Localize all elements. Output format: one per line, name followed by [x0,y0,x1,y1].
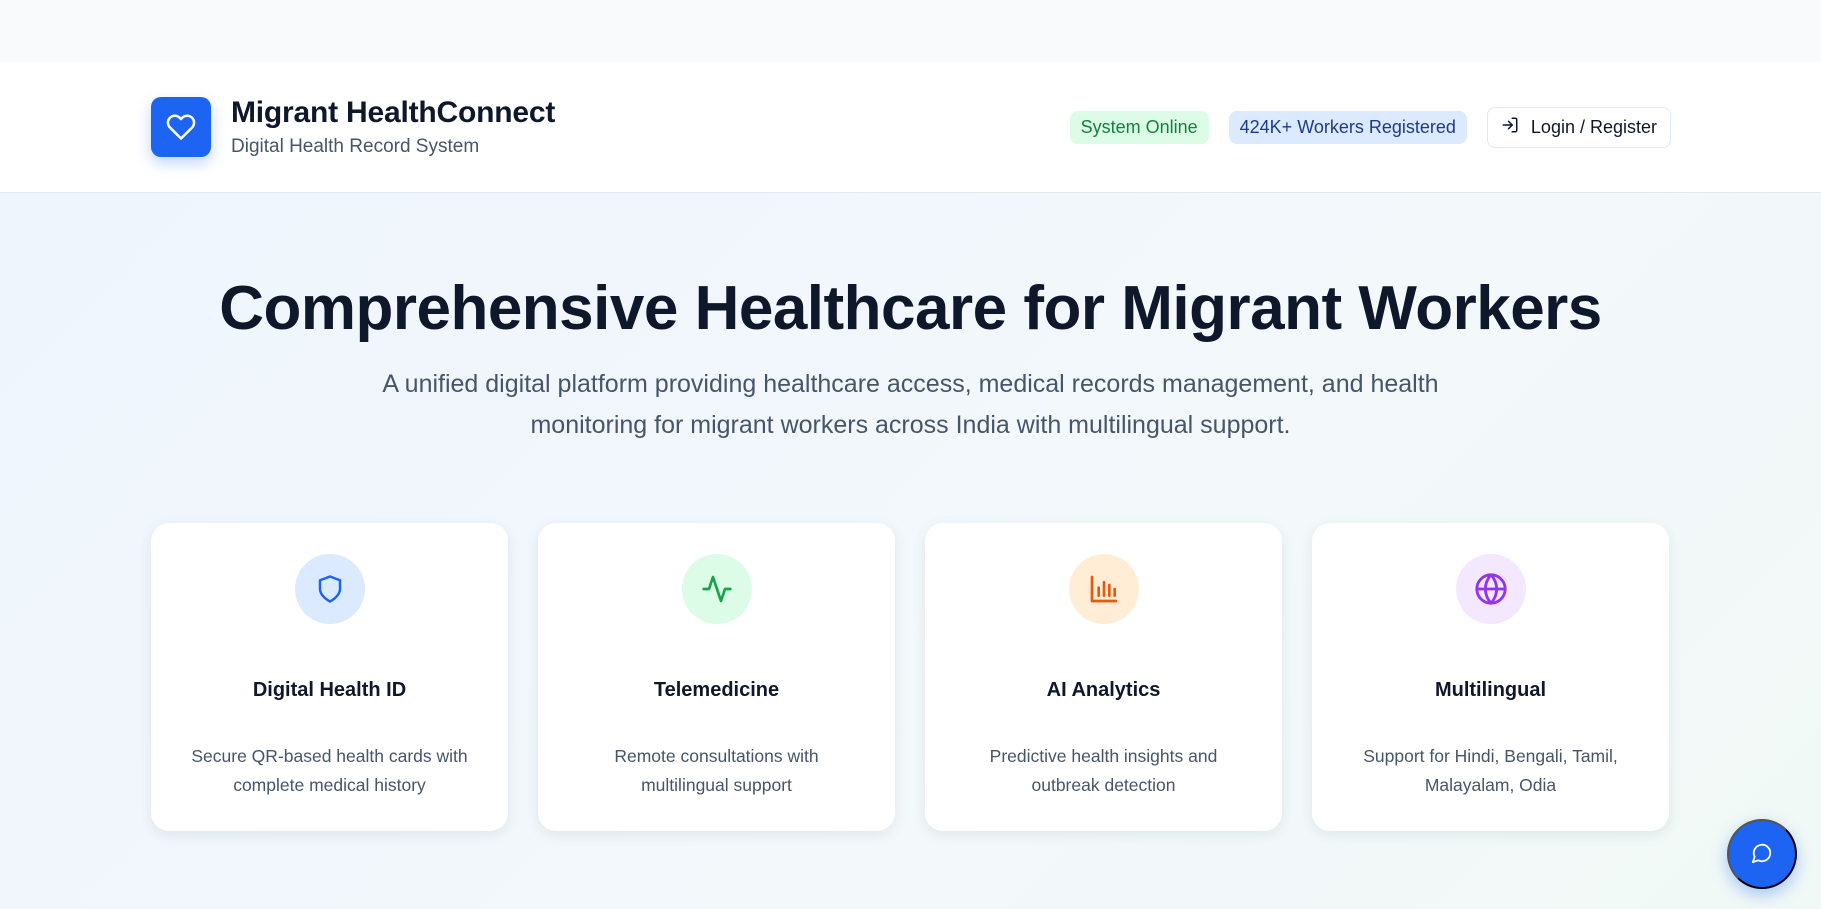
app-subtitle: Digital Health Record System [231,136,480,157]
app-header: Migrant HealthConnect Digital Health Rec… [0,62,1821,193]
feature-description-line: complete medical history [233,775,426,795]
feature-card-ai-analytics[interactable]: AI Analytics Predictive health insights … [925,523,1282,831]
login-register-label: Login / Register [1530,116,1657,137]
feature-description-line: Support for Hindi, Bengali, Tamil, [1363,746,1618,766]
feature-description: Secure QR-based health cards with comple… [180,742,480,800]
feature-description: Remote consultations with multilingual s… [567,742,867,800]
feature-cards: Digital Health ID Secure QR-based health… [151,523,1669,831]
workers-count-badge: 424K+ Workers Registered [1228,110,1467,144]
feature-card-telemedicine[interactable]: Telemedicine Remote consultations with m… [538,523,895,831]
feature-description-line: Remote consultations with [614,746,819,766]
feature-description-line: multilingual support [641,775,792,795]
shield-icon [294,554,365,624]
feature-description-line: outbreak detection [1031,775,1176,795]
top-strip [0,0,1821,62]
globe-icon [1455,554,1526,624]
hero-section: Comprehensive Healthcare for Migrant Wor… [0,193,1821,909]
feature-description: Support for Hindi, Bengali, Tamil, Malay… [1341,742,1641,800]
feature-title: Multilingual [1434,679,1547,701]
header-actions: System Online 424K+ Workers Registered L… [1069,106,1671,148]
system-status-badge: System Online [1069,110,1209,144]
feature-title: Digital Health ID [252,679,407,701]
feature-card-multilingual[interactable]: Multilingual Support for Hindi, Bengali,… [1312,523,1669,831]
brand-text: Migrant HealthConnect Digital Health Rec… [231,96,555,158]
activity-icon [681,554,752,624]
feature-description: Predictive health insights and outbreak … [954,742,1254,800]
hero-description-line: monitoring for migrant workers across In… [530,411,1291,439]
brand[interactable]: Migrant HealthConnect Digital Health Rec… [151,96,555,158]
hero-title: Comprehensive Healthcare for Migrant Wor… [219,274,1602,343]
feature-description-line: Malayalam, Odia [1424,775,1557,795]
feature-description-line: Secure QR-based health cards with [191,746,468,766]
feature-title: Telemedicine [653,679,780,701]
bar-chart-icon [1068,554,1139,624]
feature-title: AI Analytics [1046,679,1161,701]
log-in-icon [1501,116,1519,139]
message-circle-icon [1751,842,1773,867]
app-title: Migrant HealthConnect [231,96,556,129]
login-register-button[interactable]: Login / Register [1486,106,1671,148]
feature-description-line: Predictive health insights and [989,746,1218,766]
chat-button[interactable] [1727,819,1797,889]
hero-description: A unified digital platform providing hea… [0,364,1821,446]
heart-icon [151,97,211,157]
hero-description-line: A unified digital platform providing hea… [382,370,1439,398]
feature-card-digital-health-id[interactable]: Digital Health ID Secure QR-based health… [151,523,508,831]
